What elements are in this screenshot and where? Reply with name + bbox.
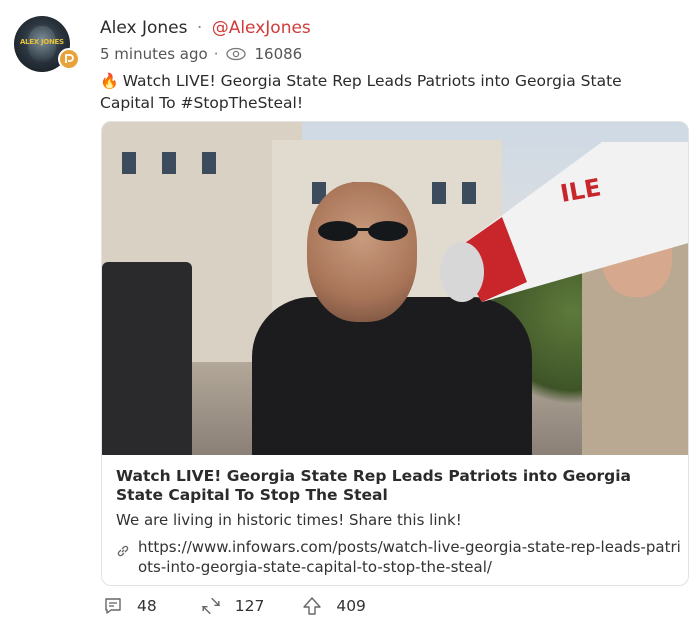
comment-button[interactable]: 48 [103, 596, 157, 616]
post-text: Watch LIVE! Georgia State Rep Leads Patr… [100, 72, 622, 112]
speaker-body [252, 297, 532, 455]
comment-count: 48 [137, 597, 157, 615]
avatar-logo-text: ALEX JONES [20, 38, 64, 46]
echo-count: 127 [234, 597, 265, 615]
window [122, 152, 136, 174]
author-handle[interactable]: @AlexJones [212, 18, 311, 38]
post-body: 🔥 Watch LIVE! Georgia State Rep Leads Pat… [100, 70, 660, 114]
link-icon [117, 545, 129, 557]
link-preview-image[interactable]: ILE [102, 122, 688, 455]
camera-operator [102, 262, 192, 455]
comment-icon [105, 598, 121, 614]
timestamp: 5 minutes ago [100, 45, 208, 63]
separator: · [196, 18, 203, 38]
author-name[interactable]: Alex Jones [100, 18, 187, 38]
fire-emoji: 🔥 [100, 72, 119, 90]
upvote-icon [303, 597, 322, 615]
upvote-button[interactable]: 409 [302, 596, 366, 616]
meta-separator: · [213, 45, 219, 63]
author-line: Alex Jones · @AlexJones [100, 18, 311, 38]
upvote-count: 409 [336, 597, 366, 615]
megaphone: ILE [440, 142, 688, 302]
parler-badge-icon [58, 48, 80, 70]
action-bar: 48 127 409 [103, 596, 390, 616]
link-description: We are living in historic times! Share t… [116, 511, 462, 529]
echo-icon [201, 597, 221, 615]
link-url[interactable]: https://www.infowars.com/posts/watch-liv… [138, 537, 686, 577]
window [202, 152, 216, 174]
link-title[interactable]: Watch LIVE! Georgia State Rep Leads Patr… [116, 467, 676, 505]
post-card: ALEX JONES Alex Jones · @AlexJones 5 min… [0, 0, 700, 624]
link-url-row[interactable]: https://www.infowars.com/posts/watch-liv… [116, 537, 686, 577]
link-preview-card[interactable]: ILE Watch LIVE! Georgia State Rep Leads … [101, 121, 689, 586]
window [162, 152, 176, 174]
eye-icon [226, 47, 247, 61]
post-meta: 5 minutes ago · 16086 [100, 45, 302, 63]
view-count: 16086 [254, 45, 303, 63]
echo-button[interactable]: 127 [201, 596, 265, 616]
